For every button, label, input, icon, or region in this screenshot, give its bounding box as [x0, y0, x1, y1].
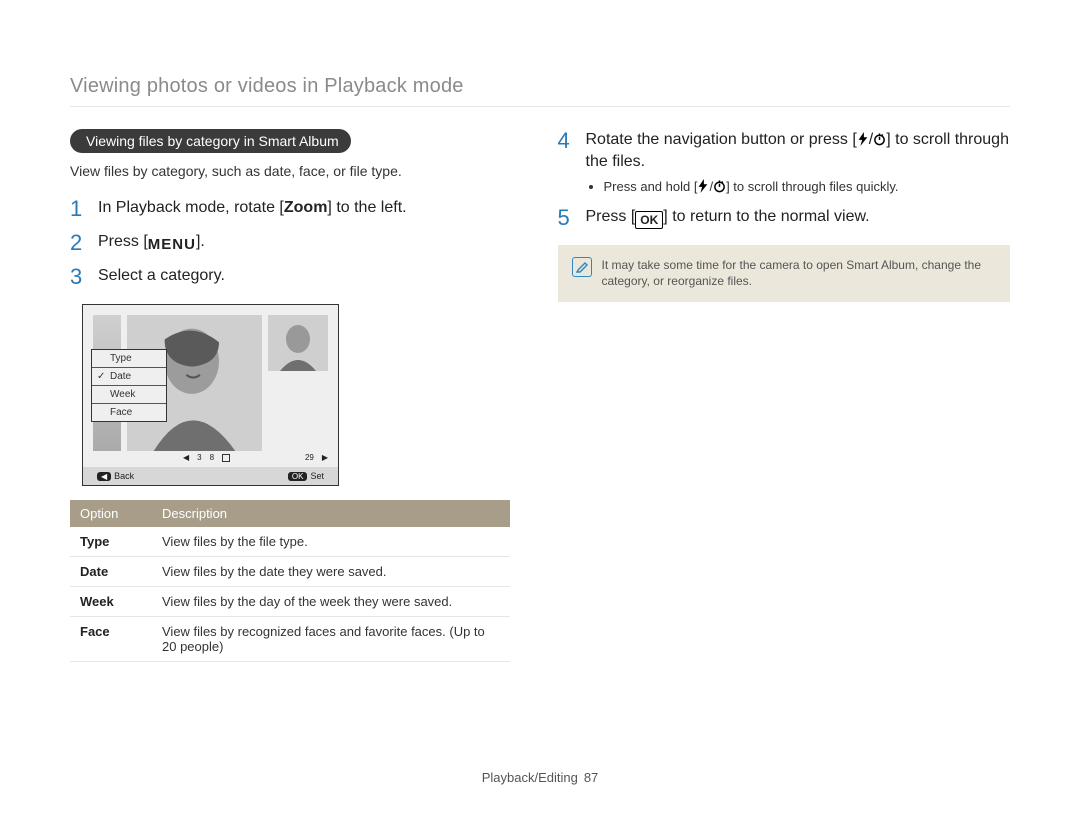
- menu-icon: MENU: [148, 237, 196, 253]
- page-title: Viewing photos or videos in Playback mod…: [70, 75, 1010, 107]
- screenshot-illustration: Type Date Week Face ◀ 3 8 29 ▶ ◀Back OKS…: [82, 304, 339, 486]
- sub-bullet: Press and hold [/] to scroll through fil…: [604, 178, 1011, 196]
- step-text: Rotate the navigation button or press [/…: [586, 129, 1011, 196]
- step-text: Press [MENU].: [98, 231, 523, 253]
- note-box: It may take some time for the camera to …: [558, 245, 1011, 303]
- menu-item-date: Date: [92, 368, 166, 386]
- table-row: WeekView files by the day of the week th…: [70, 586, 510, 616]
- flash-icon: [857, 132, 869, 146]
- set-label: OKSet: [288, 471, 324, 481]
- table-row: FaceView files by recognized faces and f…: [70, 616, 510, 661]
- back-label: ◀Back: [97, 471, 134, 481]
- col-description: Description: [152, 500, 510, 527]
- page-footer: Playback/Editing87: [70, 770, 1010, 785]
- menu-item-face: Face: [92, 404, 166, 421]
- menu-item-type: Type: [92, 350, 166, 368]
- table-row: DateView files by the date they were sav…: [70, 556, 510, 586]
- table-row: TypeView files by the file type.: [70, 527, 510, 557]
- step-text: Press [OK] to return to the normal view.: [586, 206, 1011, 229]
- section-pill: Viewing files by category in Smart Album: [70, 129, 351, 153]
- flash-icon: [697, 179, 709, 193]
- step-text: Select a category.: [98, 265, 523, 287]
- timer-icon: [873, 132, 886, 146]
- category-dropdown: Type Date Week Face: [91, 349, 167, 422]
- menu-item-week: Week: [92, 386, 166, 404]
- note-icon: [572, 257, 592, 277]
- step-number: 4: [558, 129, 580, 153]
- note-text: It may take some time for the camera to …: [602, 257, 997, 291]
- timer-icon: [713, 179, 726, 193]
- intro-text: View files by category, such as date, fa…: [70, 163, 523, 179]
- step-number: 5: [558, 206, 580, 230]
- filmstrip: ◀ 3 8 29 ▶: [183, 453, 328, 463]
- step-number: 2: [70, 231, 92, 255]
- step-number: 3: [70, 265, 92, 289]
- step-number: 1: [70, 197, 92, 221]
- ok-icon: OK: [635, 211, 663, 229]
- step-text: In Playback mode, rotate [Zoom] to the l…: [98, 197, 523, 219]
- options-table: Option Description TypeView files by the…: [70, 500, 510, 662]
- col-option: Option: [70, 500, 152, 527]
